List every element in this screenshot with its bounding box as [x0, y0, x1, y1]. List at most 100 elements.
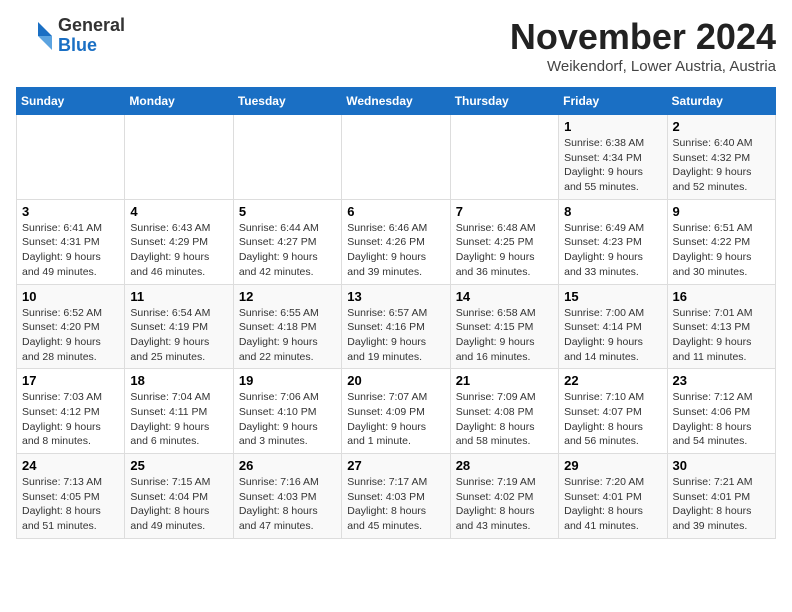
day-info: Sunrise: 7:20 AM Sunset: 4:01 PM Dayligh…	[564, 475, 661, 534]
day-number: 17	[22, 373, 119, 388]
day-number: 3	[22, 204, 119, 219]
day-number: 14	[456, 289, 553, 304]
day-number: 22	[564, 373, 661, 388]
cell-w3-d6: 15 Sunrise: 7:00 AM Sunset: 4:14 PM Dayli…	[559, 284, 667, 369]
day-info: Sunrise: 7:21 AM Sunset: 4:01 PM Dayligh…	[673, 475, 770, 534]
day-number: 20	[347, 373, 444, 388]
day-info: Sunrise: 6:57 AM Sunset: 4:16 PM Dayligh…	[347, 306, 444, 365]
cell-w3-d5: 14 Sunrise: 6:58 AM Sunset: 4:15 PM Dayli…	[450, 284, 558, 369]
day-number: 16	[673, 289, 770, 304]
cell-w3-d1: 10Sunrise: 6:52 AM Sunset: 4:20 PM Dayli…	[17, 284, 125, 369]
day-number: 23	[673, 373, 770, 388]
location: Weikendorf, Lower Austria, Austria	[510, 58, 776, 75]
cell-w1-d4	[342, 115, 450, 200]
cell-w2-d4: 6 Sunrise: 6:46 AM Sunset: 4:26 PM Daylig…	[342, 199, 450, 284]
cell-w4-d4: 20Sunrise: 7:07 AM Sunset: 4:09 PM Dayli…	[342, 369, 450, 454]
header-friday: Friday	[559, 88, 667, 115]
cell-w5-d2: 25Sunrise: 7:15 AM Sunset: 4:04 PM Dayli…	[125, 454, 233, 539]
cell-w4-d2: 18 Sunrise: 7:04 AM Sunset: 4:11 PM Dayli…	[125, 369, 233, 454]
header-row: SundayMondayTuesdayWednesdayThursdayFrid…	[17, 88, 776, 115]
cell-w1-d6: 1Sunrise: 6:38 AM Sunset: 4:34 PM Daylig…	[559, 115, 667, 200]
day-number: 4	[130, 204, 227, 219]
header-tuesday: Tuesday	[233, 88, 341, 115]
header-wednesday: Wednesday	[342, 88, 450, 115]
day-info: Sunrise: 6:58 AM Sunset: 4:15 PM Dayligh…	[456, 306, 553, 365]
day-info: Sunrise: 6:51 AM Sunset: 4:22 PM Dayligh…	[673, 221, 770, 280]
logo-blue: Blue	[58, 35, 97, 55]
header-monday: Monday	[125, 88, 233, 115]
day-number: 26	[239, 458, 336, 473]
day-info: Sunrise: 6:44 AM Sunset: 4:27 PM Dayligh…	[239, 221, 336, 280]
day-info: Sunrise: 6:55 AM Sunset: 4:18 PM Dayligh…	[239, 306, 336, 365]
cell-w5-d3: 26 Sunrise: 7:16 AM Sunset: 4:03 PM Dayli…	[233, 454, 341, 539]
week-row-3: 10Sunrise: 6:52 AM Sunset: 4:20 PM Dayli…	[17, 284, 776, 369]
cell-w5-d1: 24 Sunrise: 7:13 AM Sunset: 4:05 PM Dayli…	[17, 454, 125, 539]
day-number: 29	[564, 458, 661, 473]
header-thursday: Thursday	[450, 88, 558, 115]
day-info: Sunrise: 6:38 AM Sunset: 4:34 PM Dayligh…	[564, 136, 661, 195]
day-info: Sunrise: 7:16 AM Sunset: 4:03 PM Dayligh…	[239, 475, 336, 534]
day-number: 28	[456, 458, 553, 473]
logo-icon	[16, 18, 52, 54]
week-row-4: 17 Sunrise: 7:03 AM Sunset: 4:12 PM Dayli…	[17, 369, 776, 454]
day-number: 10	[22, 289, 119, 304]
week-row-2: 3 Sunrise: 6:41 AM Sunset: 4:31 PM Daylig…	[17, 199, 776, 284]
day-info: Sunrise: 6:46 AM Sunset: 4:26 PM Dayligh…	[347, 221, 444, 280]
day-number: 6	[347, 204, 444, 219]
cell-w2-d7: 9 Sunrise: 6:51 AM Sunset: 4:22 PM Daylig…	[667, 199, 775, 284]
day-number: 8	[564, 204, 661, 219]
logo-text: General Blue	[58, 16, 125, 56]
logo-general: General	[58, 15, 125, 35]
day-number: 24	[22, 458, 119, 473]
calendar-body: 1Sunrise: 6:38 AM Sunset: 4:34 PM Daylig…	[17, 115, 776, 539]
day-number: 12	[239, 289, 336, 304]
cell-w1-d5	[450, 115, 558, 200]
cell-w3-d2: 11 Sunrise: 6:54 AM Sunset: 4:19 PM Dayli…	[125, 284, 233, 369]
calendar-header: SundayMondayTuesdayWednesdayThursdayFrid…	[17, 88, 776, 115]
cell-w4-d1: 17 Sunrise: 7:03 AM Sunset: 4:12 PM Dayli…	[17, 369, 125, 454]
cell-w4-d3: 19Sunrise: 7:06 AM Sunset: 4:10 PM Dayli…	[233, 369, 341, 454]
day-number: 18	[130, 373, 227, 388]
day-number: 27	[347, 458, 444, 473]
cell-w2-d2: 4 Sunrise: 6:43 AM Sunset: 4:29 PM Daylig…	[125, 199, 233, 284]
day-info: Sunrise: 6:48 AM Sunset: 4:25 PM Dayligh…	[456, 221, 553, 280]
cell-w3-d3: 12 Sunrise: 6:55 AM Sunset: 4:18 PM Dayli…	[233, 284, 341, 369]
month-title: November 2024	[510, 16, 776, 58]
day-info: Sunrise: 7:04 AM Sunset: 4:11 PM Dayligh…	[130, 390, 227, 449]
cell-w2-d6: 8Sunrise: 6:49 AM Sunset: 4:23 PM Daylig…	[559, 199, 667, 284]
cell-w1-d1	[17, 115, 125, 200]
cell-w5-d4: 27 Sunrise: 7:17 AM Sunset: 4:03 PM Dayli…	[342, 454, 450, 539]
calendar: SundayMondayTuesdayWednesdayThursdayFrid…	[16, 87, 776, 539]
page-header: General Blue November 2024 Weikendorf, L…	[16, 16, 776, 75]
day-number: 11	[130, 289, 227, 304]
day-info: Sunrise: 6:41 AM Sunset: 4:31 PM Dayligh…	[22, 221, 119, 280]
day-number: 15	[564, 289, 661, 304]
day-number: 9	[673, 204, 770, 219]
day-number: 2	[673, 119, 770, 134]
cell-w1-d3	[233, 115, 341, 200]
day-info: Sunrise: 7:15 AM Sunset: 4:04 PM Dayligh…	[130, 475, 227, 534]
cell-w3-d4: 13 Sunrise: 6:57 AM Sunset: 4:16 PM Dayli…	[342, 284, 450, 369]
day-info: Sunrise: 7:03 AM Sunset: 4:12 PM Dayligh…	[22, 390, 119, 449]
logo: General Blue	[16, 16, 125, 56]
header-saturday: Saturday	[667, 88, 775, 115]
title-section: November 2024 Weikendorf, Lower Austria,…	[510, 16, 776, 75]
cell-w2-d3: 5Sunrise: 6:44 AM Sunset: 4:27 PM Daylig…	[233, 199, 341, 284]
day-info: Sunrise: 7:10 AM Sunset: 4:07 PM Dayligh…	[564, 390, 661, 449]
day-number: 21	[456, 373, 553, 388]
week-row-5: 24 Sunrise: 7:13 AM Sunset: 4:05 PM Dayli…	[17, 454, 776, 539]
day-info: Sunrise: 6:43 AM Sunset: 4:29 PM Dayligh…	[130, 221, 227, 280]
day-info: Sunrise: 6:40 AM Sunset: 4:32 PM Dayligh…	[673, 136, 770, 195]
day-info: Sunrise: 6:54 AM Sunset: 4:19 PM Dayligh…	[130, 306, 227, 365]
cell-w3-d7: 16Sunrise: 7:01 AM Sunset: 4:13 PM Dayli…	[667, 284, 775, 369]
day-info: Sunrise: 7:17 AM Sunset: 4:03 PM Dayligh…	[347, 475, 444, 534]
day-number: 13	[347, 289, 444, 304]
cell-w5-d7: 30 Sunrise: 7:21 AM Sunset: 4:01 PM Dayli…	[667, 454, 775, 539]
day-info: Sunrise: 7:13 AM Sunset: 4:05 PM Dayligh…	[22, 475, 119, 534]
week-row-1: 1Sunrise: 6:38 AM Sunset: 4:34 PM Daylig…	[17, 115, 776, 200]
day-number: 30	[673, 458, 770, 473]
day-info: Sunrise: 7:06 AM Sunset: 4:10 PM Dayligh…	[239, 390, 336, 449]
day-number: 7	[456, 204, 553, 219]
day-info: Sunrise: 7:12 AM Sunset: 4:06 PM Dayligh…	[673, 390, 770, 449]
day-info: Sunrise: 7:00 AM Sunset: 4:14 PM Dayligh…	[564, 306, 661, 365]
